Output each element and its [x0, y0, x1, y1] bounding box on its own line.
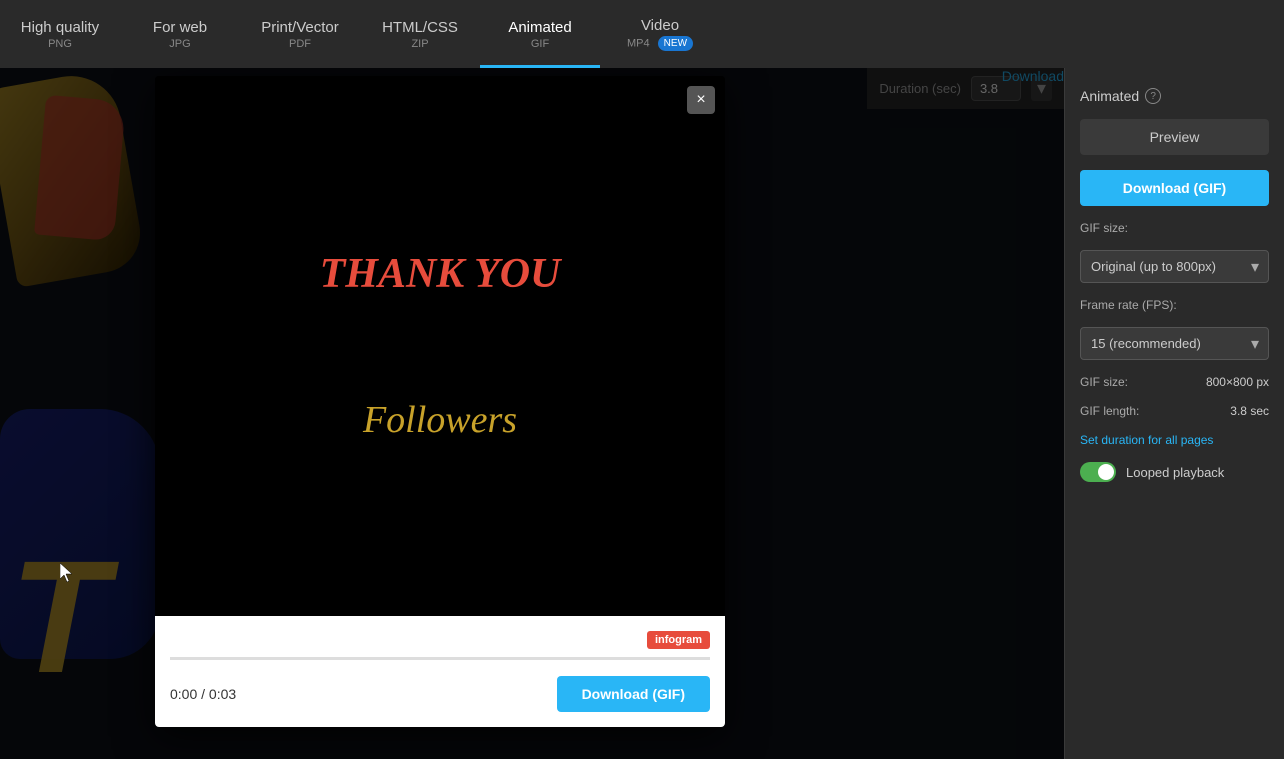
tab-print-vector-label: Print/Vector	[261, 19, 339, 36]
length-row: GIF length: 3.8 sec	[1080, 404, 1269, 418]
top-nav: High quality PNG For web JPG Print/Vecto…	[0, 0, 1284, 68]
followers-text: Followers	[363, 398, 517, 442]
tab-html-css[interactable]: HTML/CSS ZIP	[360, 0, 480, 68]
tab-high-quality-sub: PNG	[48, 38, 72, 50]
new-badge: New	[658, 36, 693, 51]
tab-video-label: Video	[641, 17, 679, 34]
length-label: GIF length:	[1080, 404, 1139, 418]
modal-download-gif-button[interactable]: Download (GIF)	[557, 676, 710, 712]
modal-bottom-controls: 0:00 / 0:03 Download (GIF)	[170, 668, 710, 717]
looped-playback-row: Looped playback	[1080, 462, 1269, 482]
time-total: 0:03	[209, 686, 236, 702]
tab-html-css-label: HTML/CSS	[382, 19, 458, 36]
tab-print-vector[interactable]: Print/Vector PDF	[240, 0, 360, 68]
gif-size-select-wrapper: Original (up to 800px)	[1080, 250, 1269, 283]
gif-size-label: GIF size:	[1080, 221, 1269, 235]
main-area: T Download Duration (sec) ▾ × THANK YOU …	[0, 68, 1284, 759]
looped-playback-toggle[interactable]	[1080, 462, 1116, 482]
tab-animated-sub: GIF	[531, 38, 549, 50]
tab-for-web-label: For web	[153, 19, 207, 36]
gif-size-select[interactable]: Original (up to 800px)	[1080, 250, 1269, 283]
tab-html-css-sub: ZIP	[411, 38, 428, 50]
tab-high-quality[interactable]: High quality PNG	[0, 0, 120, 68]
tab-video[interactable]: Video MP4 New	[600, 0, 720, 68]
tab-high-quality-label: High quality	[21, 19, 99, 36]
thank-you-text: THANK YOU	[320, 250, 561, 298]
modal-top-bar: infogram	[170, 626, 710, 657]
size-value: 800×800 px	[1206, 375, 1269, 389]
tab-print-vector-sub: PDF	[289, 38, 311, 50]
time-display: 0:00 / 0:03	[170, 686, 236, 702]
frame-rate-select-wrapper: 15 (recommended)	[1080, 327, 1269, 360]
tab-video-sub-text: MP4	[627, 37, 650, 49]
size-label: GIF size:	[1080, 375, 1128, 389]
panel-title: Animated ?	[1080, 88, 1269, 104]
progress-bar-container[interactable]	[170, 657, 710, 660]
panel-title-text: Animated	[1080, 88, 1139, 104]
modal-close-button[interactable]: ×	[687, 86, 715, 114]
preview-modal: × THANK YOU Followers infogram 0:00	[155, 76, 725, 727]
info-icon[interactable]: ?	[1145, 88, 1161, 104]
looped-playback-label: Looped playback	[1126, 465, 1224, 480]
download-gif-button[interactable]: Download (GIF)	[1080, 170, 1269, 206]
infogram-badge: infogram	[647, 631, 710, 649]
right-panel: Animated ? Preview Download (GIF) GIF si…	[1064, 68, 1284, 759]
time-separator: /	[201, 686, 209, 702]
tab-animated[interactable]: Animated GIF	[480, 0, 600, 68]
tab-for-web-sub: JPG	[169, 38, 190, 50]
frame-rate-select[interactable]: 15 (recommended)	[1080, 327, 1269, 360]
canvas-area: T Download Duration (sec) ▾ × THANK YOU …	[0, 68, 1064, 759]
set-duration-link[interactable]: Set duration for all pages	[1080, 433, 1269, 447]
modal-controls-area: infogram 0:00 / 0:03 Download (GIF)	[155, 616, 725, 727]
preview-button[interactable]: Preview	[1080, 119, 1269, 155]
modal-video-area: × THANK YOU Followers	[155, 76, 725, 616]
size-row: GIF size: 800×800 px	[1080, 375, 1269, 389]
tab-video-sub: MP4 New	[627, 36, 693, 51]
time-current: 0:00	[170, 686, 197, 702]
tab-animated-label: Animated	[508, 19, 571, 36]
frame-rate-label: Frame rate (FPS):	[1080, 298, 1269, 312]
length-value: 3.8 sec	[1230, 404, 1269, 418]
tab-for-web[interactable]: For web JPG	[120, 0, 240, 68]
